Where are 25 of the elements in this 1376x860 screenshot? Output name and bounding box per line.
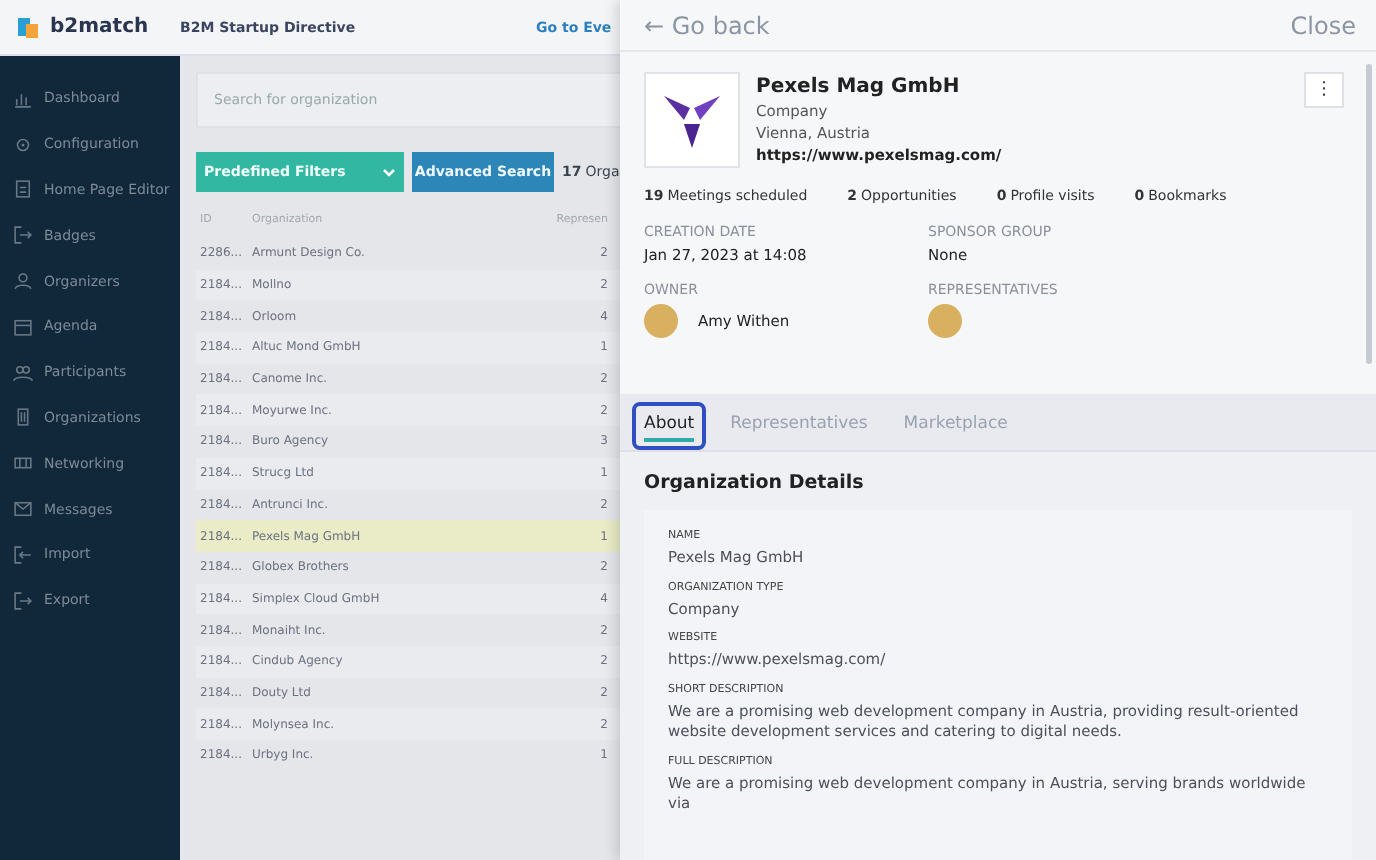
import-icon: [12, 543, 34, 566]
avatar: [928, 304, 962, 338]
brand-name: b2match: [50, 16, 149, 38]
network-icon: [12, 452, 34, 475]
avatar: [644, 304, 678, 338]
tab[interactable]: Representatives: [718, 402, 880, 450]
section-title: Organization Details: [642, 470, 866, 498]
tab[interactable]: Marketplace: [891, 402, 1020, 450]
organization-name: Pexels Mag GmbH: [756, 76, 960, 98]
back-link[interactable]: ← Go back: [644, 11, 770, 39]
document-icon: [12, 178, 34, 201]
chevron-icon: [382, 167, 396, 177]
more-menu-button[interactable]: ⋮: [1304, 72, 1344, 108]
gear-icon: [12, 133, 34, 156]
scrollbar[interactable]: [1366, 64, 1372, 364]
close-link[interactable]: Close: [1290, 11, 1356, 39]
logo-icon: [16, 15, 40, 39]
person-icon: [12, 270, 34, 293]
people-icon: [12, 361, 34, 384]
exit-icon: [12, 224, 34, 247]
tab[interactable]: About: [632, 402, 707, 450]
building-icon: [12, 406, 34, 429]
envelope-icon: [12, 498, 34, 521]
export-icon: [12, 589, 34, 612]
calendar-icon: [12, 315, 34, 338]
